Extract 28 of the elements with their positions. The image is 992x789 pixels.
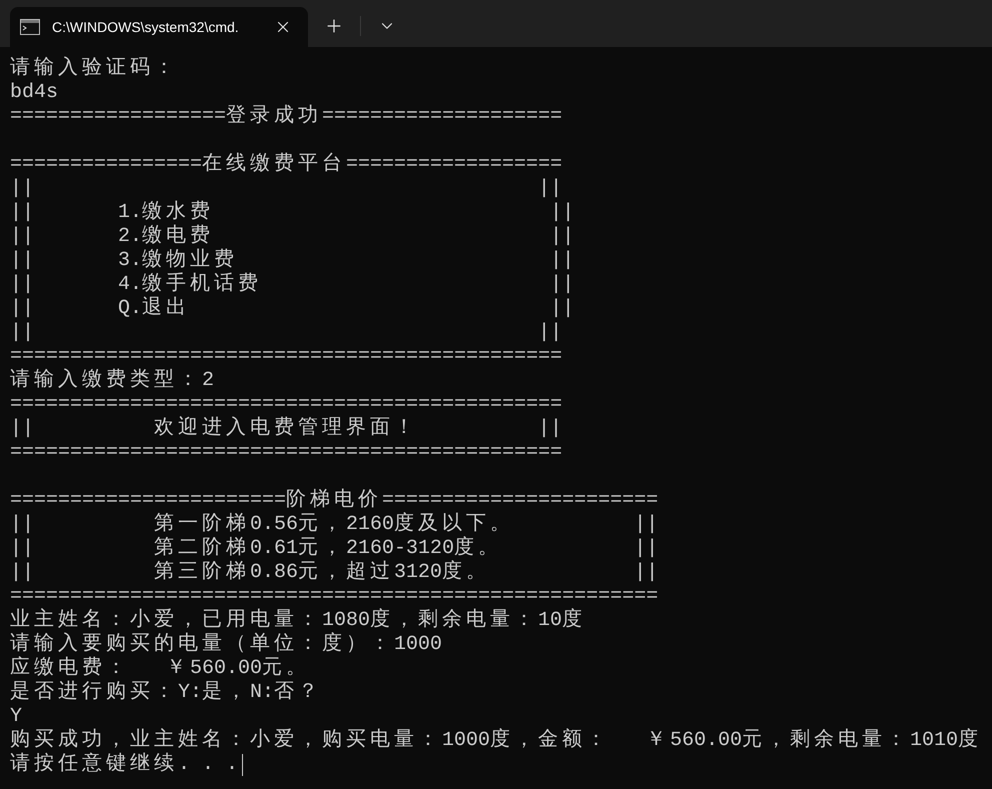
terminal-line: || 2.缴电费 || <box>10 225 574 248</box>
terminal-line: || || <box>10 321 562 345</box>
terminal-line: || 欢迎进入电费管理界面！ || <box>10 417 562 441</box>
terminal-line: 请输入要购买的电量（单位：度）：1000 <box>10 633 442 656</box>
terminal-line: || 4.缴手机话费 || <box>10 273 574 296</box>
terminal-line: 应缴电费： ￥560.00元。 <box>10 657 310 680</box>
terminal-line: ============================================== <box>10 345 562 368</box>
terminal-line: ============================================== <box>10 393 562 416</box>
terminal-icon <box>20 19 40 35</box>
terminal-line: 请输入缴费类型：2 <box>10 369 214 393</box>
terminal-line: || || <box>10 177 562 200</box>
terminal-line: ============================================== <box>10 441 562 465</box>
terminal-line: 购买成功，业主姓名：小爱，购买电量：1000度，金额： ￥560.00元，剩余电量：1010度 <box>10 729 982 752</box>
terminal-line: ==================登录成功==================== <box>10 105 562 129</box>
terminal-line: ================在线缴费平台================== <box>10 153 562 177</box>
terminal-tab[interactable]: C:\WINDOWS\system32\cmd. <box>10 7 308 47</box>
terminal-line: =======================阶梯电价======================= <box>10 489 658 512</box>
terminal-line: || 1.缴水费 || <box>10 201 574 224</box>
terminal-line: Y <box>10 705 22 729</box>
terminal-line: || 3.缴物业费 || <box>10 249 574 272</box>
terminal-line: 请输入验证码： <box>10 57 178 81</box>
terminal-line: bd4s <box>10 81 58 105</box>
terminal-line: ====================================================== <box>10 585 658 608</box>
terminal-line: 是否进行购买：Y:是，N:否？ <box>10 681 322 705</box>
tab-title: C:\WINDOWS\system32\cmd. <box>52 19 240 35</box>
terminal-line: || Q.退出 || <box>10 297 574 321</box>
terminal-line: 业主姓名：小爱，已用电量：1080度，剩余电量：10度 <box>10 609 586 632</box>
terminal-line: 请按任意键继续. . . <box>10 753 238 777</box>
